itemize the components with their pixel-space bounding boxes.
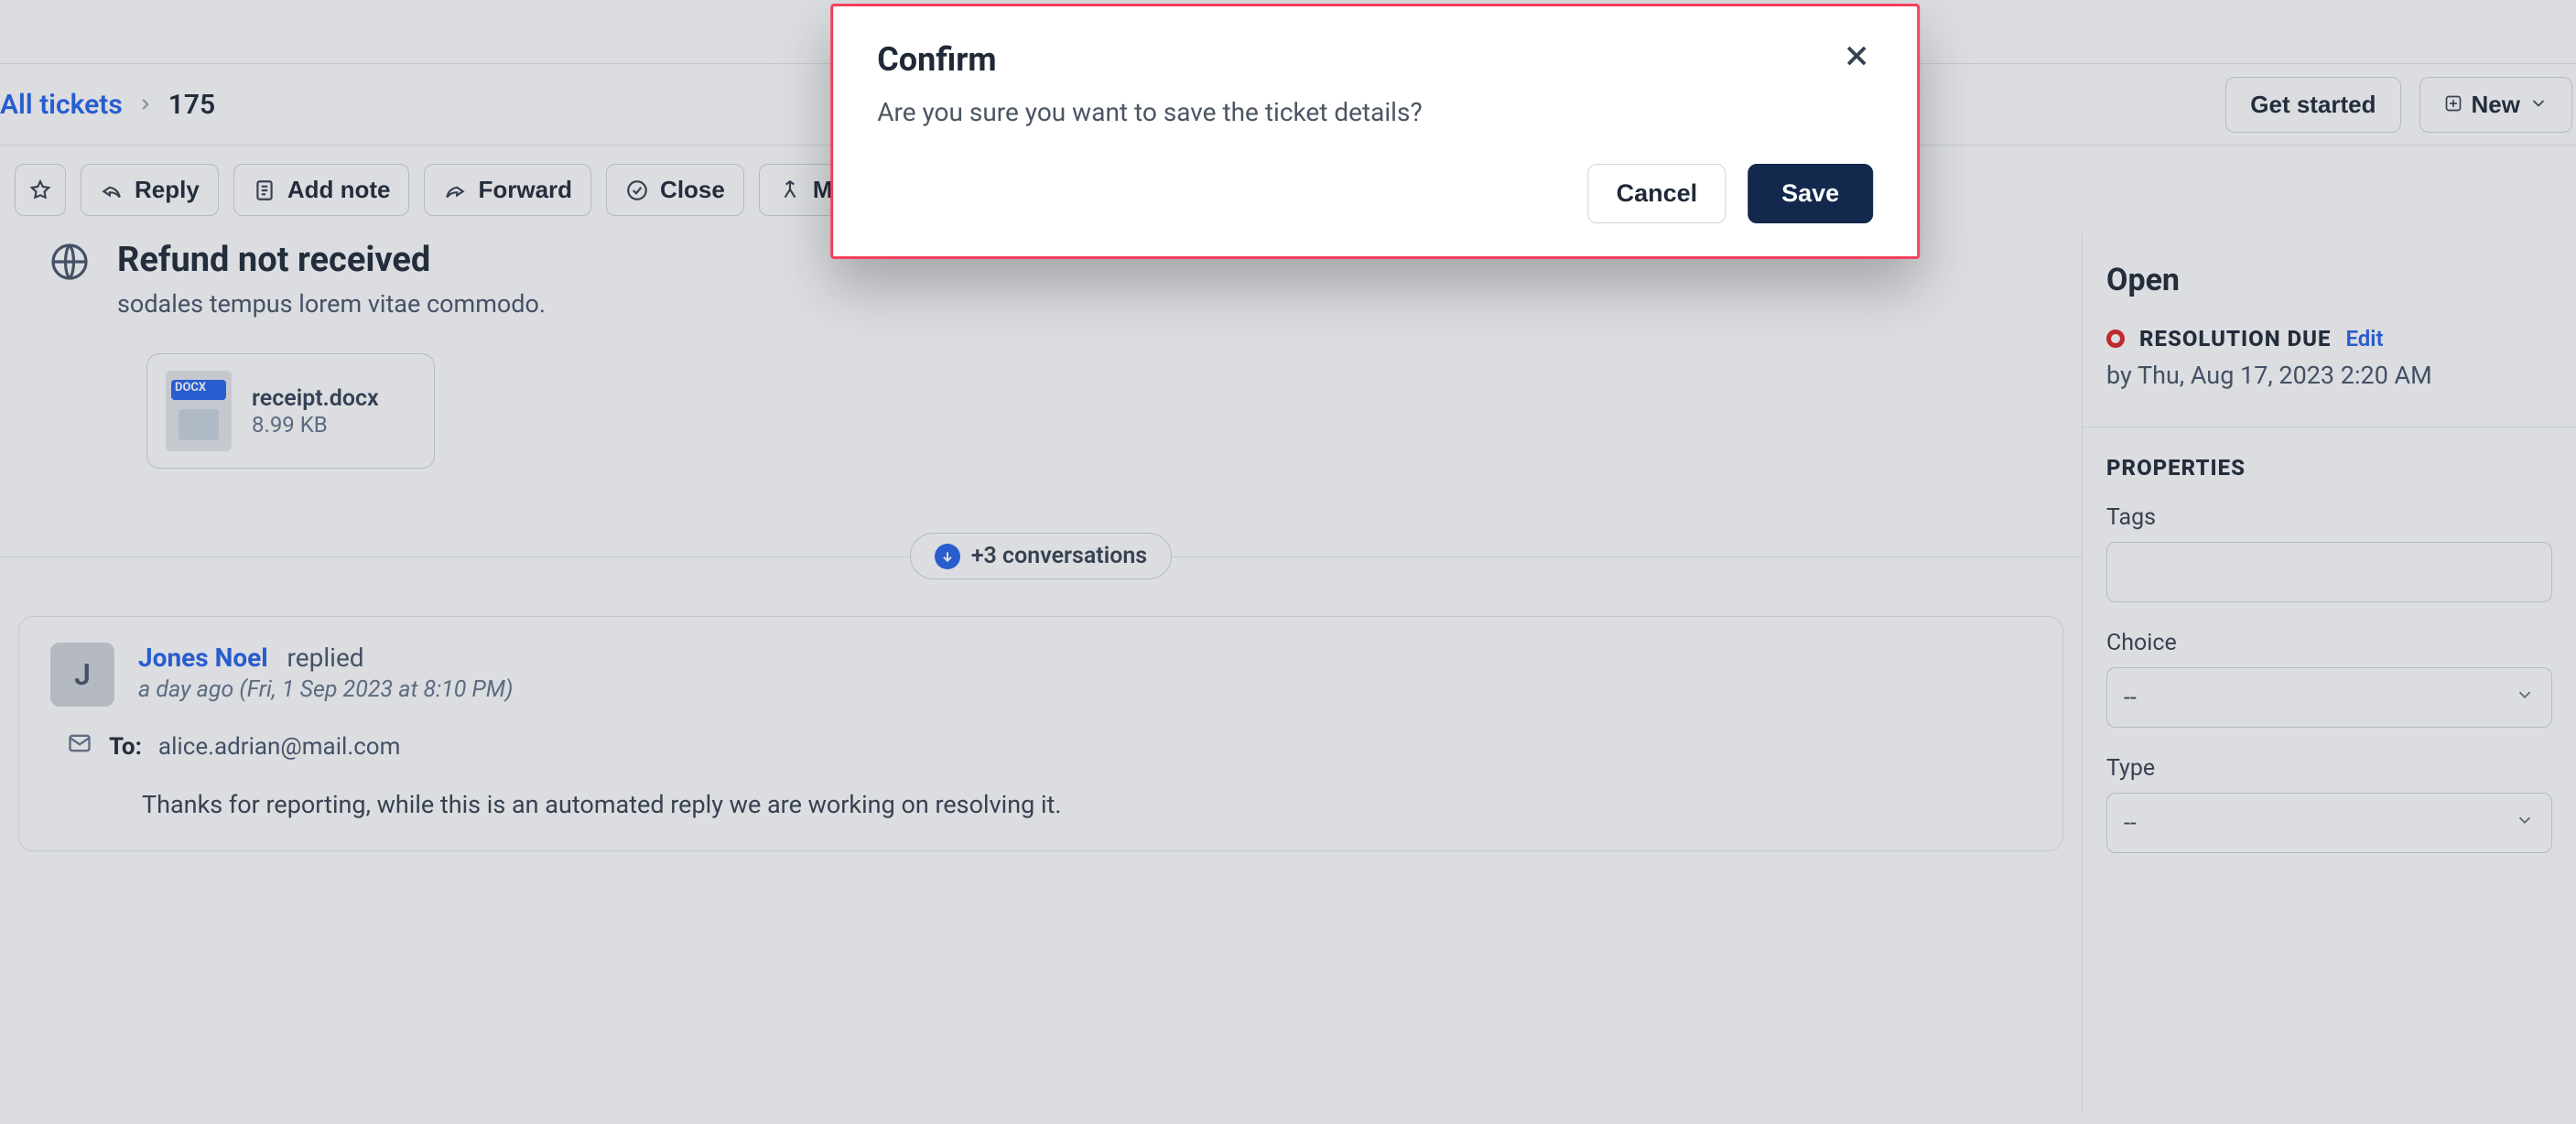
cancel-button[interactable]: Cancel bbox=[1588, 164, 1726, 223]
confirm-modal: Confirm Are you sure you want to save th… bbox=[830, 4, 1920, 259]
modal-close-button[interactable] bbox=[1840, 39, 1873, 79]
save-button[interactable]: Save bbox=[1748, 164, 1873, 223]
close-icon bbox=[1840, 39, 1873, 72]
modal-message: Are you sure you want to save the ticket… bbox=[877, 97, 1873, 127]
modal-title: Confirm bbox=[877, 40, 996, 79]
